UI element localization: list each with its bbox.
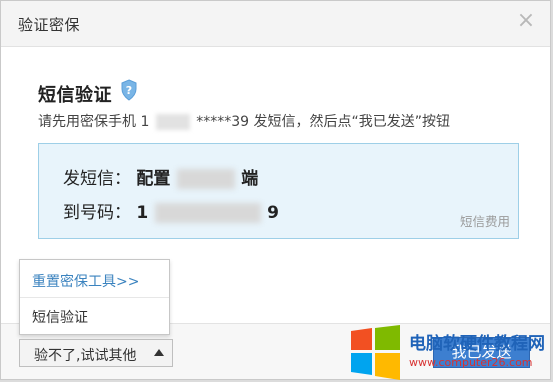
sms-info-box: 发短信： 配置 端 到号码： 1 9 短信费用 bbox=[38, 143, 519, 239]
redacted-message-text bbox=[176, 169, 235, 189]
message-value-start: 配置 bbox=[136, 169, 171, 189]
message-label: 发短信： bbox=[63, 169, 131, 189]
alternative-methods-menu: 重置密保工具>> 短信验证 bbox=[19, 259, 170, 335]
instruction-text: 请先用密保手机 1 *****39 发短信，然后点“我已发送”按钮 bbox=[38, 111, 450, 131]
shield-question-icon: ? bbox=[121, 79, 137, 101]
svg-text:?: ? bbox=[126, 84, 132, 97]
menu-divider bbox=[20, 297, 169, 298]
number-line: 到号码： 1 9 bbox=[63, 198, 279, 223]
try-other-methods-label: 验不了,试试其他 bbox=[34, 348, 137, 364]
i-have-sent-button[interactable]: 我已发送 bbox=[433, 337, 530, 368]
dialog-titlebar: 验证密保 × bbox=[1, 1, 550, 47]
redacted-number bbox=[154, 203, 261, 223]
reset-security-tool-link[interactable]: 重置密保工具>> bbox=[32, 271, 139, 291]
instruction-prefix: 请先用密保手机 1 bbox=[38, 114, 150, 130]
close-icon[interactable]: × bbox=[516, 10, 536, 32]
number-label: 到号码： bbox=[63, 203, 131, 223]
instruction-suffix: *****39 发短信，然后点“我已发送”按钮 bbox=[196, 114, 451, 130]
verify-security-dialog: 验证密保 × 短信验证 ? 请先用密保手机 1 *****39 发短信，然后点“… bbox=[0, 0, 551, 380]
number-value-end: 9 bbox=[267, 203, 279, 223]
message-line: 发短信： 配置 端 bbox=[63, 164, 258, 189]
message-value-end: 端 bbox=[241, 169, 259, 189]
number-value-start: 1 bbox=[136, 203, 149, 223]
try-other-methods-button[interactable]: 验不了,试试其他 bbox=[19, 339, 173, 367]
redacted-phone-digits bbox=[155, 114, 190, 130]
caret-up-icon bbox=[154, 349, 164, 356]
sms-verification-heading: 短信验证 bbox=[38, 85, 112, 106]
dialog-title: 验证密保 bbox=[18, 16, 81, 34]
menu-item-sms-verification[interactable]: 短信验证 bbox=[32, 307, 88, 327]
sms-fee-label: 短信费用 bbox=[459, 214, 510, 229]
